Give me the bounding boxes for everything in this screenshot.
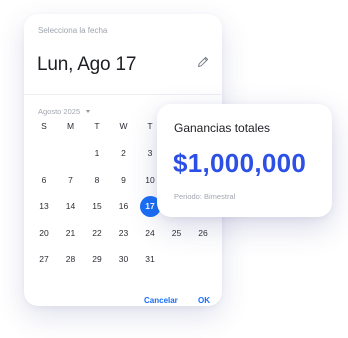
calendar-day[interactable]: 9 <box>114 170 134 190</box>
calendar-day[interactable]: 13 <box>34 196 54 216</box>
calendar-day[interactable]: 30 <box>114 249 134 269</box>
calendar-day[interactable]: 21 <box>61 223 81 243</box>
calendar-day[interactable]: 26 <box>193 223 213 243</box>
calendar-day[interactable]: 24 <box>140 223 160 243</box>
weekday-header: S <box>41 121 47 131</box>
calendar-day[interactable]: 2 <box>114 143 134 163</box>
pencil-icon[interactable] <box>196 55 210 69</box>
earnings-period: Periodo: Bimestral <box>174 192 236 201</box>
calendar-day[interactable]: 22 <box>87 223 107 243</box>
ok-button[interactable]: OK <box>198 296 210 305</box>
weekday-header: T <box>94 121 100 131</box>
calendar-day[interactable]: 31 <box>140 249 160 269</box>
caret-down-icon <box>86 110 91 113</box>
month-label: Agosto 2025 <box>38 107 81 116</box>
weekday-header: M <box>66 121 75 131</box>
cancel-button[interactable]: Cancelar <box>144 296 178 305</box>
calendar-day[interactable]: 7 <box>61 170 81 190</box>
calendar-day[interactable]: 25 <box>167 223 187 243</box>
earnings-card: Ganancias totales $1,000,000 Periodo: Bi… <box>157 104 332 217</box>
calendar-day[interactable]: 29 <box>87 249 107 269</box>
calendar-day[interactable]: 20 <box>34 223 54 243</box>
calendar-day[interactable]: 14 <box>61 196 81 216</box>
month-select[interactable]: Agosto 2025 <box>38 107 91 116</box>
calendar-day[interactable]: 23 <box>114 223 134 243</box>
calendar-day[interactable]: 8 <box>87 170 107 190</box>
calendar-day[interactable]: 6 <box>34 170 54 190</box>
earnings-title: Ganancias totales <box>174 121 271 135</box>
earnings-amount: $1,000,000 <box>173 148 307 178</box>
calendar-day[interactable]: 28 <box>61 249 81 269</box>
weekday-header: W <box>119 121 128 131</box>
calendar-day[interactable]: 15 <box>87 196 107 216</box>
calendar-day[interactable]: 27 <box>34 249 54 269</box>
picker-label: Selecciona la fecha <box>38 26 108 35</box>
calendar-day[interactable]: 16 <box>114 196 134 216</box>
stage: Selecciona la fecha Lun, Ago 17 Agosto 2… <box>0 0 348 338</box>
picker-divider <box>24 94 222 95</box>
calendar-day[interactable]: 1 <box>87 143 107 163</box>
selected-date: Lun, Ago 17 <box>37 54 137 75</box>
